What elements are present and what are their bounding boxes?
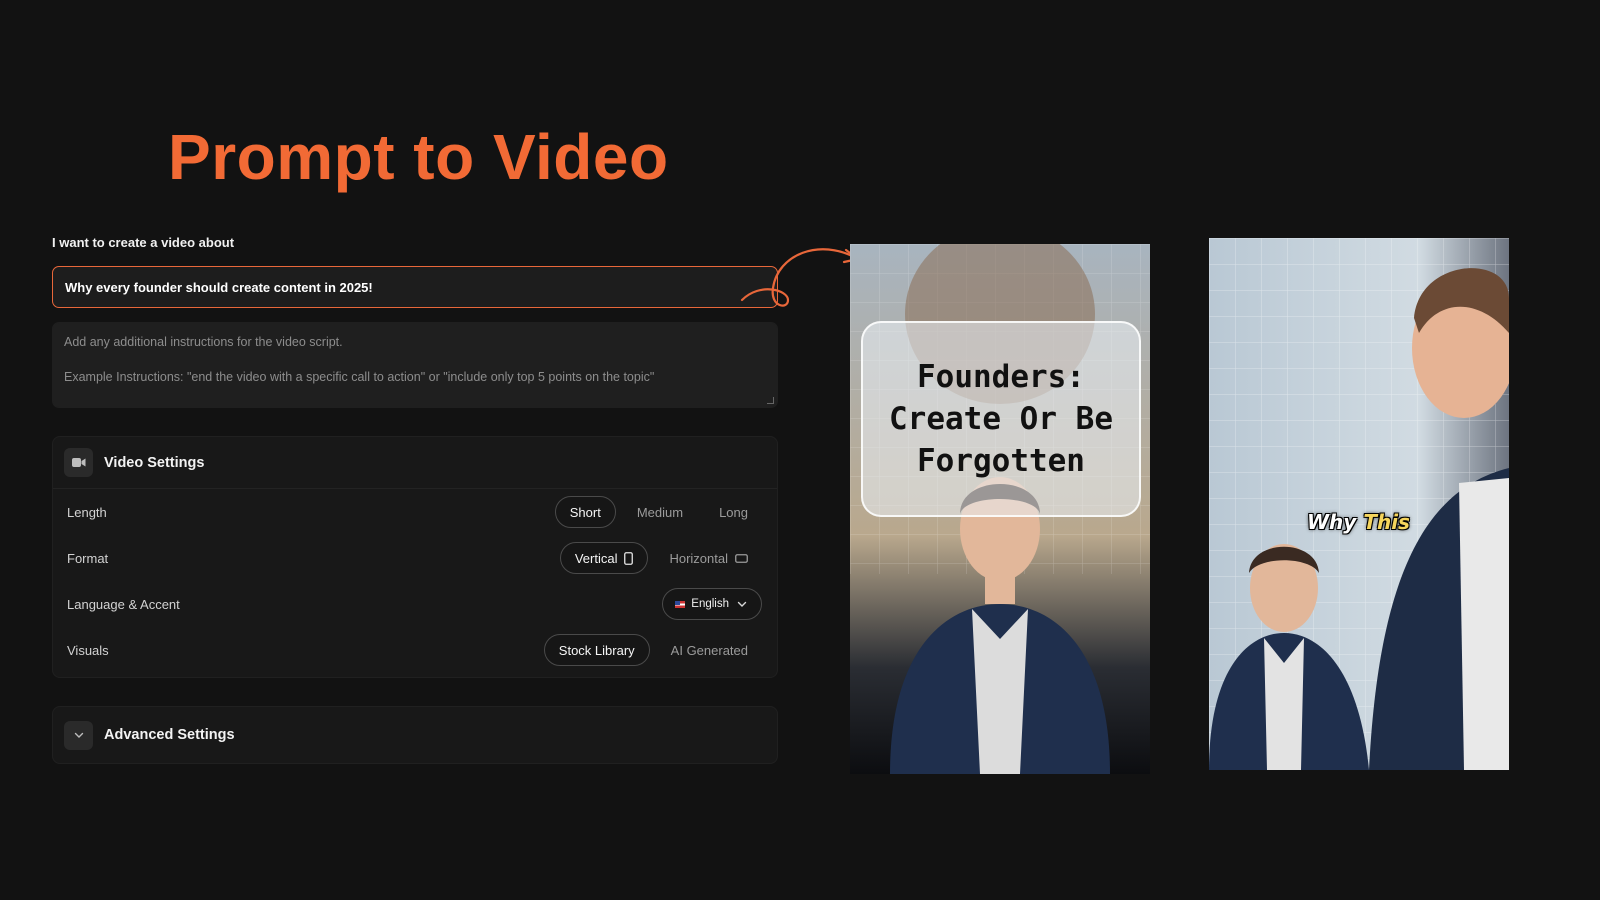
visuals-option-ai-generated[interactable]: AI Generated [656, 634, 763, 666]
video-camera-icon [64, 448, 93, 477]
advanced-settings-toggle[interactable]: Advanced Settings [52, 706, 778, 764]
video-prompt-form: I want to create a video about Add any a… [52, 235, 778, 764]
instructions-placeholder-line2: Example Instructions: "end the video wit… [64, 370, 655, 384]
phone-icon [624, 551, 634, 565]
video-preview-vertical-1: Founders: Create Or Be Forgotten [850, 244, 1150, 774]
chevron-down-icon [737, 601, 747, 607]
curved-arrow-icon [740, 248, 860, 307]
language-select[interactable]: English [662, 588, 762, 620]
video-preview-vertical-2: Why This [1209, 238, 1509, 770]
prompt-label: I want to create a video about [52, 235, 235, 250]
length-option-long[interactable]: Long [704, 496, 763, 528]
presenter-thumbnail [1209, 238, 1509, 770]
video-settings-header: Video Settings [53, 437, 777, 489]
format-option-horizontal[interactable]: Horizontal [654, 542, 763, 574]
us-flag-icon [675, 600, 686, 608]
video-title-overlay: Founders: Create Or Be Forgotten [861, 321, 1141, 517]
video-settings-title: Video Settings [104, 454, 205, 471]
visuals-label: Visuals [67, 642, 109, 658]
language-row: Language & Accent English [53, 581, 777, 627]
caption-word-highlight: This [1363, 510, 1410, 534]
length-option-short[interactable]: Short [554, 496, 616, 528]
prompt-input[interactable] [52, 266, 778, 308]
video-caption-overlay: Why This [1307, 510, 1410, 534]
page-title: Prompt to Video [168, 121, 669, 193]
language-value: English [691, 598, 729, 610]
visuals-option-stock-library[interactable]: Stock Library [543, 634, 650, 666]
language-label: Language & Accent [67, 596, 180, 612]
caption-word-1: Why [1307, 510, 1357, 534]
visuals-selector: Stock Library AI Generated [543, 634, 763, 666]
visuals-row: Visuals Stock Library AI Generated [53, 627, 777, 673]
length-option-medium[interactable]: Medium [622, 496, 698, 528]
video-title-text: Founders: Create Or Be Forgotten [889, 359, 1113, 479]
length-label: Length [67, 504, 107, 520]
instructions-textarea[interactable]: Add any additional instructions for the … [52, 322, 778, 408]
format-row: Format Vertical Horizontal [53, 535, 777, 581]
resize-handle-icon[interactable] [767, 397, 774, 404]
format-label: Format [67, 550, 109, 566]
chevron-down-icon [64, 720, 93, 750]
format-horizontal-label: Horizontal [669, 550, 728, 566]
length-selector: Short Medium Long [554, 496, 763, 528]
format-option-vertical[interactable]: Vertical [559, 542, 649, 574]
video-settings-panel: Video Settings Length Short Medium Long … [52, 436, 778, 678]
length-row: Length Short Medium Long [53, 489, 777, 535]
landscape-icon [735, 553, 748, 563]
format-selector: Vertical Horizontal [559, 542, 763, 574]
instructions-placeholder-line1: Add any additional instructions for the … [64, 335, 343, 349]
advanced-settings-title: Advanced Settings [104, 727, 235, 743]
format-vertical-label: Vertical [574, 550, 618, 566]
